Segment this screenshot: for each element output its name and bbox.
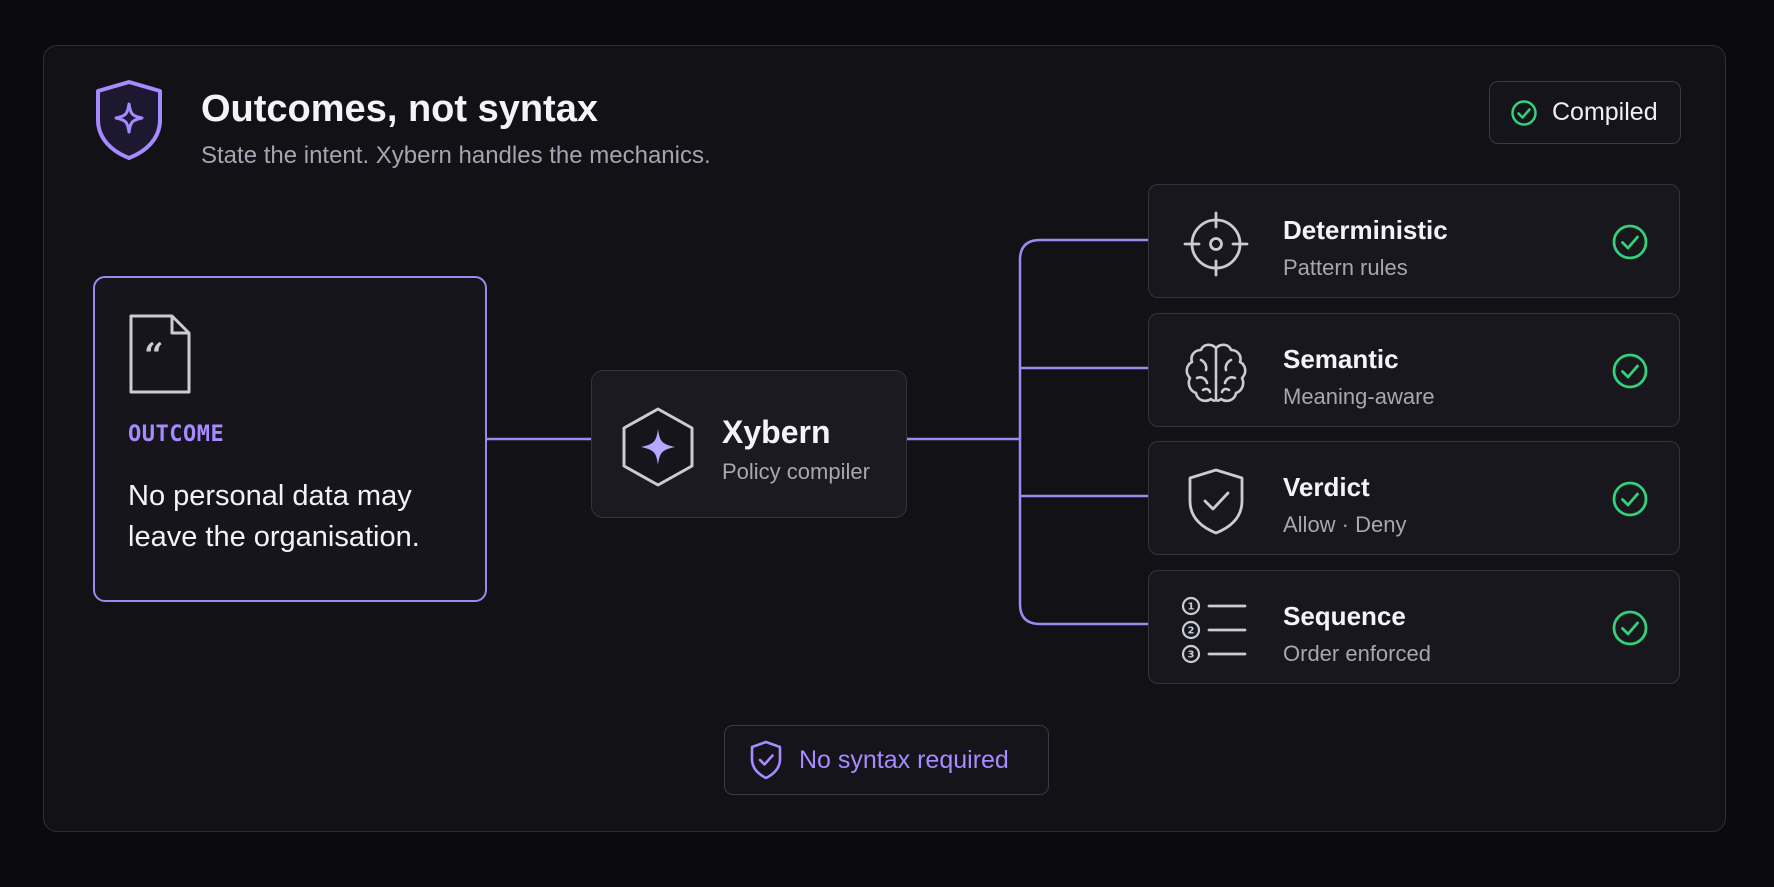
crosshair-icon: [1181, 209, 1251, 279]
shield-sparkle-icon: [92, 78, 166, 162]
check-name: Semantic: [1283, 344, 1399, 374]
numbered-list-icon: 1 2 3: [1181, 595, 1251, 665]
check-description: Allow · Deny: [1283, 512, 1407, 537]
svg-text:“: “: [144, 336, 164, 376]
check-circle-icon: [1611, 352, 1649, 390]
check-card-verdict: Verdict Allow · Deny: [1148, 441, 1680, 555]
connector-branch-trunk: [1018, 238, 1148, 626]
page-title: Outcomes, not syntax: [201, 88, 598, 130]
outcome-card: “ OUTCOME No personal data may leave the…: [93, 276, 487, 602]
check-circle-icon: [1611, 223, 1649, 261]
check-circle-icon: [1510, 99, 1538, 127]
check-circle-icon: [1611, 480, 1649, 518]
check-card-deterministic: Deterministic Pattern rules: [1148, 184, 1680, 298]
page-subtitle: State the intent. Xybern handles the mec…: [201, 142, 711, 169]
outcome-statement: No personal data may leave the organisat…: [128, 480, 420, 553]
hexagon-sparkle-icon: [619, 405, 697, 489]
check-card-semantic: Semantic Meaning-aware: [1148, 313, 1680, 427]
svg-text:3: 3: [1188, 650, 1195, 661]
check-name: Deterministic: [1283, 215, 1448, 245]
outcome-tag: OUTCOME: [128, 422, 225, 447]
compiler-card: Xybern Policy compiler: [591, 370, 907, 518]
quote-document-icon: “: [128, 313, 192, 395]
compiler-description: Policy compiler: [722, 459, 870, 484]
status-label: Compiled: [1552, 98, 1658, 126]
check-name: Verdict: [1283, 472, 1370, 502]
no-syntax-badge: No syntax required: [724, 725, 1049, 795]
shield-check-icon: [1181, 466, 1251, 536]
check-circle-icon: [1611, 609, 1649, 647]
check-description: Order enforced: [1283, 641, 1431, 666]
brain-icon: [1181, 338, 1251, 408]
check-description: Pattern rules: [1283, 255, 1408, 280]
compiler-name: Xybern: [722, 414, 831, 450]
svg-text:2: 2: [1188, 626, 1195, 637]
check-card-sequence: 1 2 3 Sequence Order enforced: [1148, 570, 1680, 684]
svg-text:1: 1: [1188, 602, 1195, 613]
shield-check-icon: [749, 740, 783, 780]
compiled-status-badge: Compiled: [1489, 81, 1681, 144]
footer-label: No syntax required: [799, 745, 1009, 774]
check-description: Meaning-aware: [1283, 384, 1435, 409]
check-name: Sequence: [1283, 601, 1406, 631]
